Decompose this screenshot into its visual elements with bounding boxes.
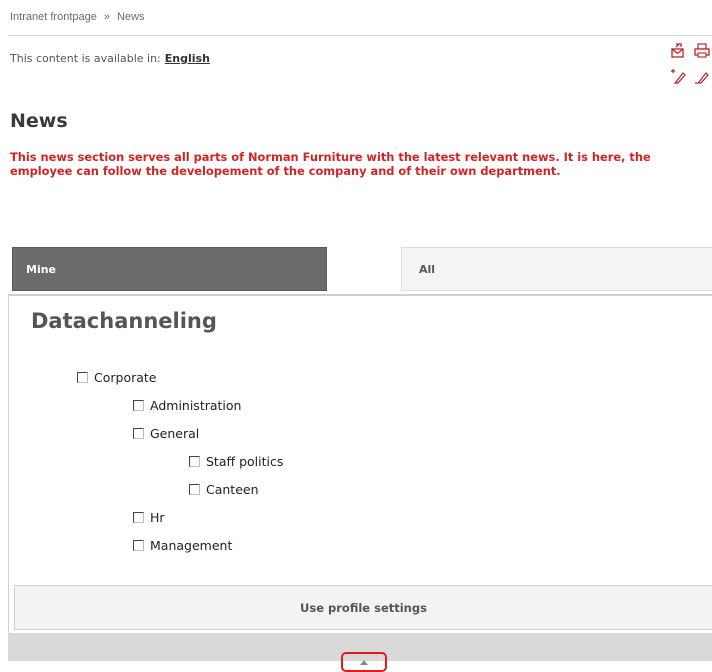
checkbox-staff-politics[interactable]	[189, 455, 200, 467]
tree-item-general[interactable]: General	[133, 425, 199, 441]
checkbox-general[interactable]	[133, 427, 144, 439]
tree-item-management[interactable]: Management	[133, 537, 232, 553]
breadcrumb: Intranet frontpage » News	[10, 11, 144, 23]
breadcrumb-home-link[interactable]: Intranet frontpage	[10, 11, 97, 23]
edit-icon[interactable]	[694, 68, 710, 84]
checkbox-hr[interactable]	[133, 511, 144, 523]
tab-all[interactable]: All	[401, 247, 712, 291]
breadcrumb-current: News	[116, 11, 145, 23]
use-profile-settings-button[interactable]: Use profile settings	[14, 585, 712, 630]
collapse-toggle-button[interactable]	[341, 652, 387, 672]
tab-mine-label: Mine	[26, 262, 57, 276]
tab-all-label: All	[419, 262, 436, 276]
tree-item-label: Administration	[150, 397, 242, 413]
checkbox-canteen[interactable]	[189, 483, 200, 495]
send-icon[interactable]	[670, 43, 686, 59]
tree-item-administration[interactable]: Administration	[133, 397, 241, 413]
tab-mine[interactable]: Mine	[12, 247, 327, 291]
checkbox-corporate[interactable]	[77, 371, 88, 383]
new-item-icon[interactable]	[670, 68, 686, 84]
tree-item-corporate[interactable]: Corporate	[77, 369, 157, 385]
tree-item-hr[interactable]: Hr	[133, 509, 165, 525]
tree-item-canteen[interactable]: Canteen	[189, 481, 259, 497]
tree-item-label: Hr	[150, 509, 165, 525]
tree-item-label: Management	[150, 537, 233, 553]
page-title: News	[10, 110, 68, 132]
profile-button-label: Use profile settings	[300, 600, 427, 615]
language-label: This content is available in:	[10, 52, 161, 65]
language-link-english[interactable]: English	[165, 52, 210, 65]
print-icon[interactable]	[694, 42, 710, 58]
tree-item-label: General	[150, 425, 200, 441]
header-divider	[8, 35, 712, 36]
tree-item-label: Canteen	[206, 481, 259, 497]
page-intro: This news section serves all parts of No…	[10, 150, 651, 178]
checkbox-management[interactable]	[133, 539, 144, 551]
tree-item-staff-politics[interactable]: Staff politics	[189, 453, 283, 469]
panel-title: Datachanneling	[31, 309, 217, 333]
checkbox-administration[interactable]	[133, 399, 144, 411]
breadcrumb-separator: »	[103, 11, 110, 23]
tree-item-label: Staff politics	[206, 453, 284, 469]
tree-item-label: Corporate	[94, 369, 157, 385]
language-availability: This content is available in: English	[10, 52, 210, 65]
